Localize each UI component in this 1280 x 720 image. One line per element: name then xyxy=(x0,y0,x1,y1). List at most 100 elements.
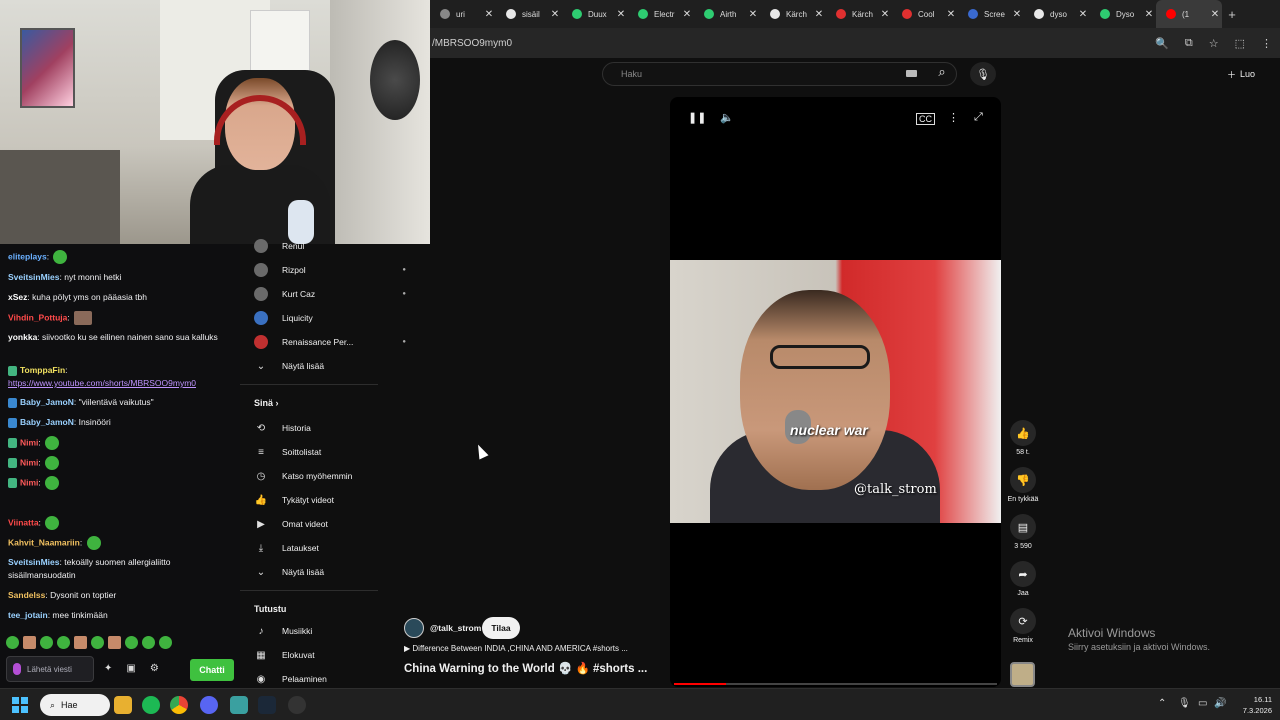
chat-username[interactable]: Baby_JamoN xyxy=(20,417,74,427)
sidebar-item-movies[interactable]: ▦ Elokuvat xyxy=(254,645,424,665)
browser-tab[interactable]: Airth ✕ xyxy=(694,0,760,28)
show-more-subscriptions[interactable]: ⌄ Näytä lisää xyxy=(254,356,424,376)
captions-icon[interactable]: CC xyxy=(916,113,935,125)
volume-icon[interactable]: 🔊 xyxy=(1214,698,1226,709)
app-icon[interactable] xyxy=(230,696,248,714)
tray-mic-icon[interactable]: 🎙 xyxy=(1178,698,1191,709)
channel-name[interactable]: @talk_strom xyxy=(430,623,481,633)
emote-icon[interactable] xyxy=(40,636,53,649)
close-tab-icon[interactable]: ✕ xyxy=(680,9,694,20)
chat-username[interactable]: Nimi xyxy=(20,477,38,487)
pause-icon[interactable]: ❚❚ xyxy=(688,111,706,124)
video-title[interactable]: China Warning to the World 💀 🔥 #shorts .… xyxy=(404,661,647,675)
create-button[interactable]: ＋ Luo xyxy=(1216,62,1266,86)
related-video-link[interactable]: ▶ Difference Between INDIA ,CHINA AND AM… xyxy=(404,644,664,653)
emote-icon[interactable] xyxy=(74,636,87,649)
obs-icon[interactable] xyxy=(288,696,306,714)
volume-icon[interactable]: 🔈 xyxy=(720,111,734,124)
browser-tab[interactable]: dyso ✕ xyxy=(1024,0,1090,28)
chrome-icon[interactable] xyxy=(170,696,188,714)
chat-username[interactable]: Kahvit_Naamariin xyxy=(8,537,80,547)
chat-username[interactable]: TomppaFin xyxy=(20,365,65,375)
close-tab-icon[interactable]: ✕ xyxy=(812,9,826,20)
channel-avatar[interactable] xyxy=(404,618,424,638)
close-tab-icon[interactable]: ✕ xyxy=(614,9,628,20)
chat-username[interactable]: Baby_JamoN xyxy=(20,397,74,407)
chat-username[interactable]: yonkka xyxy=(8,332,37,342)
sidebar-item-music[interactable]: ♪ Musiikki xyxy=(254,621,424,641)
close-tab-icon[interactable]: ✕ xyxy=(746,9,760,20)
close-tab-icon[interactable]: ✕ xyxy=(548,9,562,20)
video-progress-bar[interactable] xyxy=(674,683,997,685)
chat-username[interactable]: Sandelss xyxy=(8,590,45,600)
sidebar-item-your-videos[interactable]: ▶ Omat videot xyxy=(254,514,424,534)
sidebar-item-downloads[interactable]: ⤓ Lataukset xyxy=(254,538,424,558)
network-icon[interactable]: ▭ xyxy=(1198,698,1207,709)
emote-icon[interactable] xyxy=(57,636,70,649)
chat-username[interactable]: xSez xyxy=(8,292,27,302)
sidebar-item-rizpol[interactable]: Rizpol ● xyxy=(254,260,424,280)
chat-input[interactable]: Lähetä viesti xyxy=(6,656,94,682)
close-tab-icon[interactable]: ✕ xyxy=(1076,9,1090,20)
tray-arrow-icon[interactable]: ⌃ xyxy=(1158,698,1166,709)
chat-username[interactable]: tee_jotain xyxy=(8,610,48,620)
dislike-button[interactable]: 👎 En tykkää xyxy=(1004,467,1042,503)
search-input[interactable]: Haku xyxy=(602,62,957,86)
close-tab-icon[interactable]: ✕ xyxy=(944,9,958,20)
discord-icon[interactable] xyxy=(200,696,218,714)
taskbar-clock[interactable]: 16.11 7.3.2026 xyxy=(1232,694,1272,716)
sidebar-item-gaming[interactable]: ◉ Pelaaminen xyxy=(254,669,424,689)
spotify-icon[interactable] xyxy=(142,696,160,714)
share-button[interactable]: ➦ Jaa xyxy=(1004,561,1042,597)
browser-tab[interactable]: uri ✕ xyxy=(430,0,496,28)
close-tab-icon[interactable]: ✕ xyxy=(1010,9,1024,20)
sidebar-item-partial[interactable]: Renul xyxy=(254,236,424,256)
emote-icon[interactable] xyxy=(91,636,104,649)
settings-icon[interactable]: ⚙ xyxy=(150,662,159,675)
sidebar-item-watch-later[interactable]: ◷ Katso myöhemmin xyxy=(254,466,424,486)
close-tab-icon[interactable]: ✕ xyxy=(482,9,496,20)
browser-tab[interactable]: sisäil ✕ xyxy=(496,0,562,28)
browser-tab[interactable]: Kärch ✕ xyxy=(760,0,826,28)
new-tab-button[interactable]: + xyxy=(1222,7,1242,22)
chat-send-button[interactable]: Chatti xyxy=(190,659,234,681)
menu-icon[interactable]: ⋮ xyxy=(1261,37,1272,50)
show-more-you[interactable]: ⌄ Näytä lisää xyxy=(254,562,424,582)
browser-tab[interactable]: Cool ✕ xyxy=(892,0,958,28)
chat-username[interactable]: SveitsinMies xyxy=(8,557,60,567)
gift-icon[interactable]: ▣ xyxy=(126,662,135,675)
subscribe-button[interactable]: Tilaa xyxy=(482,617,520,639)
remix-button[interactable]: ⟳ Remix xyxy=(1004,608,1042,644)
search-button[interactable]: ⌕ xyxy=(930,64,954,84)
steam-icon[interactable] xyxy=(258,696,276,714)
browser-tab[interactable]: Scree ✕ xyxy=(958,0,1024,28)
zoom-icon[interactable]: 🔍 xyxy=(1155,37,1169,50)
browser-tab[interactable]: Dyso ✕ xyxy=(1090,0,1156,28)
keyboard-icon[interactable] xyxy=(906,70,917,77)
chat-username[interactable]: eliteplays xyxy=(8,251,47,261)
browser-tab[interactable]: Duux ✕ xyxy=(562,0,628,28)
sidebar-item-kurt-caz[interactable]: Kurt Caz ● xyxy=(254,284,424,304)
url-text[interactable]: /MBRSOO9mym0 xyxy=(430,38,1155,49)
emote-icon[interactable] xyxy=(142,636,155,649)
fullscreen-icon[interactable]: ⤢ xyxy=(974,111,983,124)
file-explorer-icon[interactable] xyxy=(114,696,132,714)
close-tab-icon[interactable]: ✕ xyxy=(878,9,892,20)
more-options-icon[interactable]: ⋮ xyxy=(948,111,959,124)
sidebar-item-liquicity[interactable]: Liquicity xyxy=(254,308,424,328)
taskbar-search[interactable]: ⌕ Hae xyxy=(40,694,110,716)
sidebar-item-liked-videos[interactable]: 👍 Tykätyt videot xyxy=(254,490,424,510)
shorts-player[interactable]: ❚❚ 🔈 CC ⋮ ⤢ nuclear war @talk_strom xyxy=(670,97,1001,687)
extensions-icon[interactable]: ⬚ xyxy=(1235,37,1245,50)
audio-thumbnail[interactable] xyxy=(1010,662,1035,687)
bookmark-star-icon[interactable]: ☆ xyxy=(1209,37,1219,50)
browser-tab[interactable]: Electr ✕ xyxy=(628,0,694,28)
sidebar-item-playlists[interactable]: ≡ Soittolistat xyxy=(254,442,424,462)
sidebar-item-history[interactable]: ⟲ Historia xyxy=(254,418,424,438)
emote-icon[interactable] xyxy=(23,636,36,649)
emote-icon[interactable] xyxy=(159,636,172,649)
bits-icon[interactable]: ✦ xyxy=(104,662,112,675)
install-icon[interactable]: ⧉ xyxy=(1185,37,1193,50)
close-tab-icon[interactable]: ✕ xyxy=(1208,9,1222,20)
comments-button[interactable]: ▤ 3 590 xyxy=(1004,514,1042,550)
